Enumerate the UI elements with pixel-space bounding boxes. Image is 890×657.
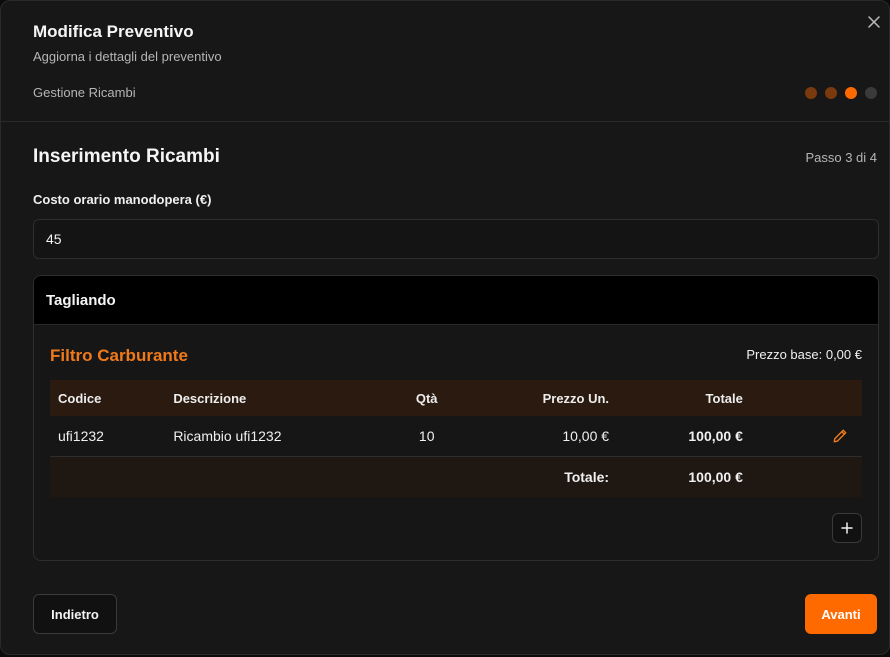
column-header-description: Descrizione bbox=[173, 390, 247, 406]
edit-part-button[interactable] bbox=[830, 426, 850, 446]
column-header-total: Totale bbox=[705, 390, 743, 406]
step-dot-3 bbox=[845, 87, 857, 99]
step-counter: Passo 3 di 4 bbox=[805, 150, 877, 165]
edit-quote-modal: Modifica Preventivo Aggiorna i dettagli … bbox=[0, 0, 890, 655]
add-part-button[interactable] bbox=[832, 513, 862, 543]
labor-cost-input[interactable] bbox=[33, 219, 879, 259]
cell-description: Ricambio ufi1232 bbox=[165, 416, 386, 457]
total-row: Totale: 100,00 € bbox=[50, 456, 862, 497]
base-price: Prezzo base: 0,00 € bbox=[746, 347, 862, 362]
part-title: Filtro Carburante bbox=[50, 346, 188, 365]
column-header-qty: Qtà bbox=[415, 390, 438, 406]
modal-subtitle: Aggiorna i dettagli del preventivo bbox=[33, 49, 222, 64]
step-indicator bbox=[805, 87, 877, 99]
step-dot-4 bbox=[865, 87, 877, 99]
table-row: ufi1232 Ricambio ufi1232 10 10,00 € 100,… bbox=[50, 416, 862, 457]
column-header-code: Codice bbox=[58, 390, 102, 406]
cell-qty: 10 bbox=[385, 416, 469, 457]
step-dot-2 bbox=[825, 87, 837, 99]
column-header-actions bbox=[751, 380, 862, 416]
service-header: Tagliando bbox=[34, 276, 878, 325]
parts-table: Codice Descrizione Qtà Prezzo Un. Totale… bbox=[50, 380, 862, 497]
header-divider bbox=[1, 121, 889, 122]
pencil-icon bbox=[833, 429, 847, 442]
close-icon bbox=[868, 16, 880, 28]
cell-total: 100,00 € bbox=[617, 416, 751, 457]
cell-actions bbox=[750, 416, 862, 457]
step-name: Gestione Ricambi bbox=[33, 85, 136, 100]
step-dot-1 bbox=[805, 87, 817, 99]
modal-title: Modifica Preventivo bbox=[33, 22, 194, 41]
close-button[interactable] bbox=[865, 13, 883, 31]
next-button[interactable]: Avanti bbox=[805, 594, 877, 634]
section-title: Inserimento Ricambi bbox=[33, 146, 220, 167]
service-card: Tagliando Filtro Carburante Prezzo base:… bbox=[33, 275, 879, 561]
total-value: 100,00 € bbox=[617, 456, 751, 497]
labor-cost-label: Costo orario manodopera (€) bbox=[33, 192, 212, 207]
table-header-row: Codice Descrizione Qtà Prezzo Un. Totale bbox=[50, 380, 862, 416]
back-button[interactable]: Indietro bbox=[33, 594, 117, 634]
cell-unit-price: 10,00 € bbox=[468, 416, 618, 457]
total-label: Totale: bbox=[468, 456, 618, 497]
plus-icon bbox=[841, 522, 853, 534]
column-header-unit-price: Prezzo Un. bbox=[542, 390, 610, 406]
cell-code: ufi1232 bbox=[50, 416, 166, 457]
